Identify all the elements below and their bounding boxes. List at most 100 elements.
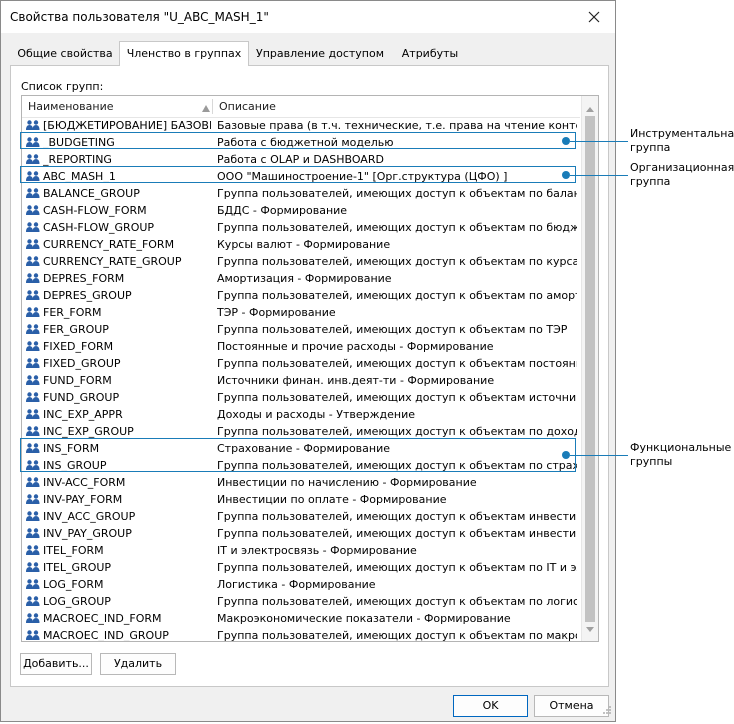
group-name: [БЮДЖЕТИРОВАНИЕ] БАЗОВЫЕ ПРАВА [43,119,211,132]
user-group-icon [26,239,40,249]
table-row[interactable]: INC_EXP_APPR Доходы и расходы - Утвержден… [22,406,580,423]
column-name-header[interactable]: Наименование [28,100,113,113]
group-description: Группа пользователей, имеющих доступ к о… [217,323,568,336]
group-description: Группа пользователей, имеющих доступ к о… [217,255,577,268]
callout-line-func [570,455,628,456]
group-description: Группа пользователей, имеющих доступ к о… [217,221,577,234]
group-list-label: Список групп: [21,80,104,93]
group-description: Инвестиции по начислению - Формирование [217,476,477,489]
callout-dot-func [562,451,570,459]
group-description: Источники финан. инв.деят-ти - Формирова… [217,374,495,387]
group-name: ITEL_FORM [43,544,104,557]
user-group-icon [26,205,40,215]
sort-ascending-icon [202,102,210,115]
table-row[interactable]: LOG_GROUP Группа пользователей, имеющих д… [22,593,580,610]
user-group-icon [26,273,40,283]
user-group-icon [26,494,40,504]
table-row[interactable]: ITEL_GROUP Группа пользователей, имеющих … [22,559,580,576]
user-group-icon [26,188,40,198]
table-row[interactable]: INV-ACC_FORM Инвестиции по начислению - Ф… [22,474,580,491]
user-properties-dialog: Свойства пользователя "U_ABC_MASH_1" Общ… [0,0,616,722]
group-description: Макроэкономические показатели - Формиров… [217,612,511,625]
table-row[interactable]: DEPRES_FORM Амортизация - Формирование [22,270,580,287]
tool-group-highlight [20,132,576,149]
group-name: _REPORTING [43,153,112,166]
user-group-icon [26,290,40,300]
group-name: FUND_GROUP [43,391,120,404]
user-group-icon [26,562,40,572]
table-row[interactable]: FER_GROUP Группа пользователей, имеющих д… [22,321,580,338]
group-name: CASH-FLOW_FORM [43,204,147,217]
table-row[interactable]: CURRENCY_RATE_FORM Курсы валют - Формиров… [22,236,580,253]
group-description: Логистика - Формирование [217,578,376,591]
table-row[interactable]: FER_FORM ТЭР - Формирование [22,304,580,321]
group-name: INV_PAY_GROUP [43,527,132,540]
user-group-icon [26,341,40,351]
user-group-icon [26,545,40,555]
table-row[interactable]: FUND_FORM Источники финан. инв.деят-ти - … [22,372,580,389]
group-description: Группа пользователей, имеющих доступ к о… [217,527,577,540]
table-row[interactable]: MACROEC_IND_GROUP Группа пользователей, и… [22,627,580,642]
group-description: Группа пользователей, имеющих доступ к о… [217,289,577,302]
group-description: ТЭР - Формирование [217,306,336,319]
table-row[interactable]: CURRENCY_RATE_GROUP Группа пользователей,… [22,253,580,270]
table-row[interactable]: INV_ACC_GROUP Группа пользователей, имеющ… [22,508,580,525]
table-row[interactable]: FIXED_GROUP Группа пользователей, имеющих… [22,355,580,372]
tab-membership[interactable]: Членство в группах [119,41,249,66]
scroll-up-icon[interactable] [586,102,594,115]
vertical-scrollbar[interactable] [581,96,598,641]
group-name: FIXED_FORM [43,340,114,353]
org-group-highlight [20,166,576,183]
group-name: CASH-FLOW_GROUP [43,221,155,234]
group-name: DEPRES_FORM [43,272,125,285]
group-name: ITEL_GROUP [43,561,112,574]
tab-access-control[interactable]: Управление доступом [256,44,384,65]
group-name: MACROEC_IND_FORM [43,612,162,625]
callout-line-org [570,175,628,176]
group-description: Работа с OLAP и DASHBOARD [217,153,384,166]
group-description: Группа пользователей, имеющих доступ к о… [217,510,577,523]
group-description: Амортизация - Формирование [217,272,392,285]
user-group-icon [26,154,40,164]
group-name: CURRENCY_RATE_FORM [43,238,175,251]
ok-button[interactable]: OK [453,695,528,717]
resize-grip-icon[interactable] [602,705,612,718]
table-row[interactable]: INV-PAY_FORM Инвестиции по оплате - Форми… [22,491,580,508]
add-button[interactable]: Добавить... [20,653,92,675]
group-description: Группа пользователей, имеющих доступ к о… [217,391,577,404]
group-name: FIXED_GROUP [43,357,121,370]
group-name: MACROEC_IND_GROUP [43,629,169,642]
close-icon[interactable] [581,4,607,30]
cancel-button[interactable]: Отмена [534,695,609,717]
callout-line-tool [570,141,628,142]
table-row[interactable]: LOG_FORM Логистика - Формирование [22,576,580,593]
scroll-down-icon[interactable] [586,622,594,635]
table-row[interactable]: DEPRES_GROUP Группа пользователей, имеющи… [22,287,580,304]
tab-general[interactable]: Общие свойства [16,44,114,65]
table-row[interactable]: INV_PAY_GROUP Группа пользователей, имеющ… [22,525,580,542]
table-row[interactable]: FIXED_FORM Постоянные и прочие расходы - … [22,338,580,355]
table-row[interactable]: FUND_GROUP Группа пользователей, имеющих … [22,389,580,406]
group-description: Постоянные и прочие расходы - Формирован… [217,340,494,353]
scrollbar-thumb[interactable] [585,116,595,622]
column-separator[interactable] [212,99,213,114]
group-description: Базовые права (в т.ч. технические, т.е. … [217,119,577,132]
table-row[interactable]: CASH-FLOW_FORM БДДС - Формирование [22,202,580,219]
table-row[interactable]: BALANCE_GROUP Группа пользователей, имеющ… [22,185,580,202]
table-row[interactable]: CASH-FLOW_GROUP Группа пользователей, име… [22,219,580,236]
tab-attributes[interactable]: Атрибуты [395,44,465,65]
table-row[interactable]: ITEL_FORM IT и электросвязь - Формировани… [22,542,580,559]
table-row[interactable]: MACROEC_IND_FORM Макроэкономические показ… [22,610,580,627]
group-name: FER_FORM [43,306,102,319]
window-title: Свойства пользователя "U_ABC_MASH_1" [10,10,269,24]
group-name: FUND_FORM [43,374,112,387]
user-group-icon [26,256,40,266]
delete-button[interactable]: Удалить [100,653,176,675]
table-body: [БЮДЖЕТИРОВАНИЕ] БАЗОВЫЕ ПРАВА Базовые пр… [22,117,580,642]
group-name: DEPRES_GROUP [43,289,132,302]
column-description-header[interactable]: Описание [219,100,276,113]
user-group-icon [26,511,40,521]
group-description: Группа пользователей, имеющих доступ к о… [217,595,577,608]
group-description: Курсы валют - Формирование [217,238,391,251]
group-name: INC_EXP_APPR [43,408,123,421]
